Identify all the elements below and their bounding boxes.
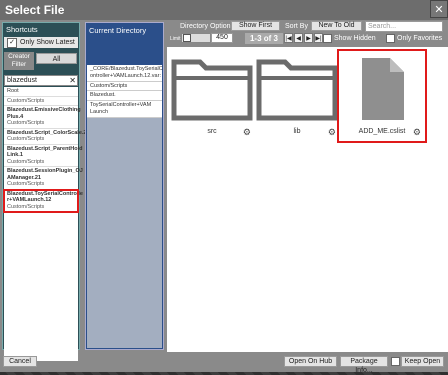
creator-filter-label: Creator Filter [4,52,34,70]
last-page-button[interactable]: ▶| [314,33,323,43]
title-bar: Select File [0,0,448,20]
show-hidden-label: Show Hidden [334,35,376,42]
select-file-dialog: Select File Shortcuts ✓ Only Show Latest… [0,0,448,374]
shortcut-search-value: blazedust [7,77,37,84]
shortcut-name: Blazedust.SessionPlugin_OJ AManager.21 [7,168,83,181]
directory-item[interactable]: Custom/Scripts [87,81,162,92]
shortcut-name: Blazedust.EmissiveClothing Plus.4 [7,107,81,120]
cancel-button[interactable]: Cancel [3,356,37,367]
shortcuts-panel: Shortcuts ✓ Only Show Latest Creator Fil… [2,22,86,361]
shortcut-name: Blazedust.Script_ParentHold Link.1 [7,145,83,159]
close-button[interactable]: ✕ [430,0,448,18]
shortcut-name: Blazedust.ToySerialControlle r+VAMLaunch… [7,190,83,204]
gear-icon[interactable]: ⚙ [243,127,251,138]
folder-icon [170,52,254,124]
only-show-latest-label: Only Show Latest [20,39,75,46]
file-grid: src ⚙ lib ⚙ ADD_ME.cslist ⚙ [167,47,448,352]
limit-value[interactable]: 450 [211,33,233,43]
shortcut-item[interactable]: Blazedust.Script_ColorScale.2 Custom/Scr… [4,129,86,145]
file-tile-lib[interactable]: lib ⚙ [255,52,339,140]
open-on-hub-button[interactable]: Open On Hub [284,356,337,367]
first-page-button[interactable]: |◀ [284,33,293,43]
sort-by-label: Sort By [285,23,308,30]
shortcut-item[interactable]: Custom/Scripts [4,97,78,106]
shortcut-path: Custom/Scripts [7,120,45,126]
shortcuts-heading: Shortcuts [6,25,38,34]
shortcut-path: Custom/Scripts [7,203,45,210]
shortcut-item[interactable]: Blazedust.EmissiveClothing Plus.4 Custom… [4,106,81,129]
file-name: src [207,128,217,135]
file-name: lib [293,128,301,135]
keep-open-checkbox[interactable] [391,357,400,366]
gear-icon[interactable]: ⚙ [328,127,336,138]
shortcut-path: Custom/Scripts [7,97,45,104]
creator-filter-select[interactable]: All [36,53,77,64]
gear-icon[interactable]: ⚙ [413,127,421,138]
directory-option-label: Directory Option [180,23,231,30]
shortcut-item[interactable]: Blazedust.SessionPlugin_OJ AManager.21 C… [4,167,83,190]
shortcut-path: Custom/Scripts [7,136,45,142]
file-name: ADD_ME.cslist [358,128,406,135]
shortcut-path: Custom/Scripts [7,181,45,187]
check-icon[interactable]: ✓ [7,37,17,48]
package-info-button[interactable]: Package Info... [340,356,388,374]
current-directory-heading: Current Directory [89,26,147,35]
file-tile-add-me[interactable]: ADD_ME.cslist ⚙ [337,49,427,143]
shortcut-item[interactable]: Blazedust.Script_ParentHold Link.1 Custo… [4,145,83,167]
limit-label: Limit [170,36,181,42]
directory-item[interactable]: Blazedust. [87,91,162,102]
current-directory-panel: Current Directory _CORE/Blazedust.ToySer… [85,22,164,350]
show-hidden-checkbox[interactable] [323,34,332,43]
shortcut-item-selected[interactable]: Blazedust.ToySerialControlle r+VAMLaunch… [3,188,83,213]
shortcut-item[interactable]: Root [4,87,78,97]
shortcut-search-input[interactable]: blazedust ✕ [4,75,78,86]
directory-list: _CORE/Blazedust.ToySerialC ontroller+VAM… [87,65,163,348]
limit-slider-handle[interactable] [183,34,191,42]
file-icon [340,52,424,124]
file-search-input[interactable]: Search... [365,21,443,32]
page-counter: 1-3 of 3 [245,33,283,44]
shortcut-path: Custom/Scripts [7,158,45,165]
directory-item[interactable]: _CORE/Blazedust.ToySerialC ontroller+VAM… [87,65,163,82]
shortcut-list: Root Custom/Scripts Blazedust.EmissiveCl… [3,87,86,361]
file-tile-src[interactable]: src ⚙ [170,52,254,140]
close-icon[interactable]: ✕ [434,4,443,16]
shortcut-name: Root [7,88,19,94]
limit-slider[interactable] [181,33,211,43]
sort-by-select[interactable]: New To Old [311,21,362,31]
directory-item[interactable]: ToySerialController+VAM Launch [87,101,162,118]
only-show-latest-toggle[interactable]: ✓ Only Show Latest [4,37,78,48]
dialog-title: Select File [5,3,65,17]
keep-open-label[interactable]: Keep Open [401,356,444,367]
only-favorites-checkbox[interactable] [386,34,395,43]
only-favorites-label: Only Favorites [397,35,443,42]
prev-page-button[interactable]: ◀ [294,33,303,43]
next-page-button[interactable]: ▶ [304,33,313,43]
show-first-button[interactable]: Show First [231,21,280,31]
clear-search-icon[interactable]: ✕ [69,76,76,86]
folder-icon [255,52,339,124]
